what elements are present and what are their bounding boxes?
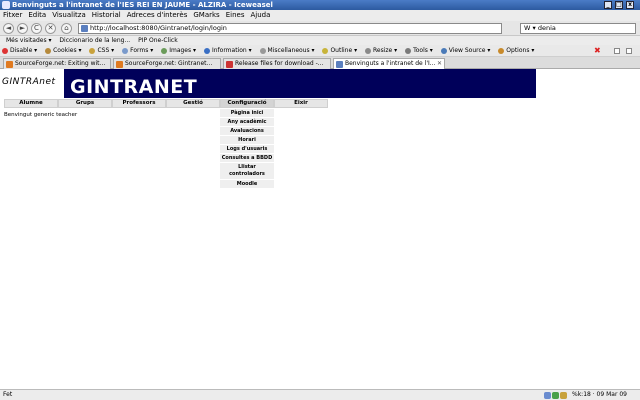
menu-eixir[interactable]: Eixir [274,99,328,108]
dev-forms[interactable]: Forms ▾ [120,45,153,57]
tab-release-files[interactable]: Release files for download -... [223,58,331,69]
menu-adreces[interactable]: Adreces d'interès [124,10,191,21]
addon-icon[interactable] [544,392,551,399]
dev-view-source[interactable]: View Source ▾ [439,45,490,57]
page-content: GINTRAnet GINTRANET Alumne Grups Profess… [0,69,640,389]
misc-icon [259,47,266,54]
addon-icon-2[interactable] [552,392,559,399]
info-icon [203,47,210,54]
tools-icon [405,47,412,54]
status-text: Fet [3,391,13,398]
release-icon [226,61,233,68]
dev-resize[interactable]: Resize ▾ [363,45,397,57]
window-titlebar: Benvinguts a l'intranet de l'IES REI EN … [0,0,640,10]
dev-tools[interactable]: Tools ▾ [403,45,433,57]
url-text: http://localhost:8080/Gintranet/login/lo… [90,24,227,32]
menubar: Fitxer Edita Visualitza Historial Adreces d'… [0,10,640,21]
menu-edita[interactable]: Edita [25,10,49,21]
dropdown-llistar-controladors[interactable]: Llistar controladors [220,163,274,180]
close-toolbar-icon[interactable]: ✖ [594,47,602,55]
stop-button[interactable]: ✕ [45,23,56,34]
dropdown-avaluacions[interactable]: Avaluacions [220,127,274,136]
forward-button[interactable]: ► [17,23,28,34]
status-bar: Fet %k:18 · 09 Mar 09 [0,389,640,400]
dev-options[interactable]: Options ▾ [496,45,534,57]
close-window-button[interactable]: x [626,1,634,9]
dropdown-pagina-inici[interactable]: Pàgina inici [220,109,274,118]
image-icon [161,47,168,54]
css-icon [89,47,96,54]
bookmark-pip[interactable]: PIP One-Click [132,36,178,45]
configuracio-dropdown: Pàgina inici Any acadèmic Avaluacions Ho… [220,109,274,189]
home-button[interactable]: ⌂ [61,23,72,34]
status-clock: %k:18 · 09 Mar 09 [572,391,627,398]
banner-title: GINTRANET [70,76,198,98]
tab-sourceforge-gintranet[interactable]: SourceForge.net: Gintranet... [113,58,221,69]
navigation-toolbar: ◄ ► C ✕ ⌂ http://localhost:8080/Gintrane… [0,21,640,36]
dropdown-logs-usuaris[interactable]: Logs d'usuaris [220,145,274,154]
menu-gmarks[interactable]: GMarks [190,10,222,21]
search-value: W ▾ denia [524,24,556,32]
bookmark-most-visited[interactable]: Més visitades ▾ [0,36,52,45]
search-input[interactable]: W ▾ denia [520,23,636,34]
menu-eines[interactable]: Eines [223,10,248,21]
outline-icon [322,47,329,54]
toolbar-square-icon[interactable] [614,48,620,54]
menu-ajuda[interactable]: Ajuda [247,10,273,21]
menu-visualitza[interactable]: Visualitza [49,10,89,21]
dev-information[interactable]: Information ▾ [202,45,252,57]
cookie-icon [45,47,52,54]
menu-historial[interactable]: Historial [89,10,124,21]
menu-professors[interactable]: Professors [112,99,166,108]
back-button[interactable]: ◄ [3,23,14,34]
dev-misc[interactable]: Miscellaneous ▾ [258,45,315,57]
greeting-text: Benvingut generic teacher [4,112,78,118]
bookmark-diccionario[interactable]: Diccionario de la leng... [53,36,130,45]
toolbar-square-icon-2[interactable] [626,48,632,54]
browser-icon [2,1,10,9]
dev-disable[interactable]: Disable ▾ [0,45,37,57]
menu-grups[interactable]: Grups [58,99,112,108]
source-icon [440,47,447,54]
dropdown-any-academic[interactable]: Any acadèmic [220,118,274,127]
dev-cookies[interactable]: Cookies ▾ [43,45,82,57]
site-favicon-icon [81,25,88,32]
tab-bar: SourceForge.net: Exiting wit... SourceFo… [0,57,640,69]
form-icon [122,47,129,54]
menu-configuracio[interactable]: Configuració [220,99,274,108]
disable-icon [2,47,8,54]
tab-sourceforge-exiting[interactable]: SourceForge.net: Exiting wit... [3,58,111,69]
sourceforge-icon [6,61,13,68]
dev-images[interactable]: Images ▾ [159,45,196,57]
reload-button[interactable]: C [31,23,42,34]
web-developer-toolbar: Disable ▾ Cookies ▾ CSS ▾ Forms ▾ Images… [0,45,640,57]
resize-icon [365,47,371,54]
site-banner: GINTRANET [64,69,536,98]
addon-icon-3[interactable] [560,392,567,399]
menu-gestio[interactable]: Gestió [166,99,220,108]
menu-alumne[interactable]: Alumne [4,99,58,108]
site-logo: GINTRAnet [2,77,56,87]
page-icon [336,61,343,68]
status-icons [544,392,568,400]
dropdown-horari[interactable]: Horari [220,136,274,145]
dropdown-consultes-bbdd[interactable]: Consultes a BBDD [220,154,274,163]
dropdown-moodle[interactable]: Moodle [220,180,274,189]
window-title: Benvinguts a l'intranet de l'IES REI EN … [12,1,273,9]
dev-outline[interactable]: Outline ▾ [320,45,357,57]
dev-css[interactable]: CSS ▾ [87,45,114,57]
bookmarks-toolbar: Més visitades ▾ Diccionario de la leng..… [0,36,640,45]
minimize-button[interactable]: _ [604,1,612,9]
menu-fitxer[interactable]: Fitxer [0,10,25,21]
maximize-button[interactable]: □ [615,1,623,9]
url-bar[interactable]: http://localhost:8080/Gintranet/login/lo… [78,23,502,34]
sourceforge-icon [116,61,123,68]
tab-benvinguts[interactable]: Benvinguts a l'intranet de l'I... ✕ [333,58,445,69]
close-tab-icon[interactable]: ✕ [437,59,442,69]
options-icon [498,47,505,54]
